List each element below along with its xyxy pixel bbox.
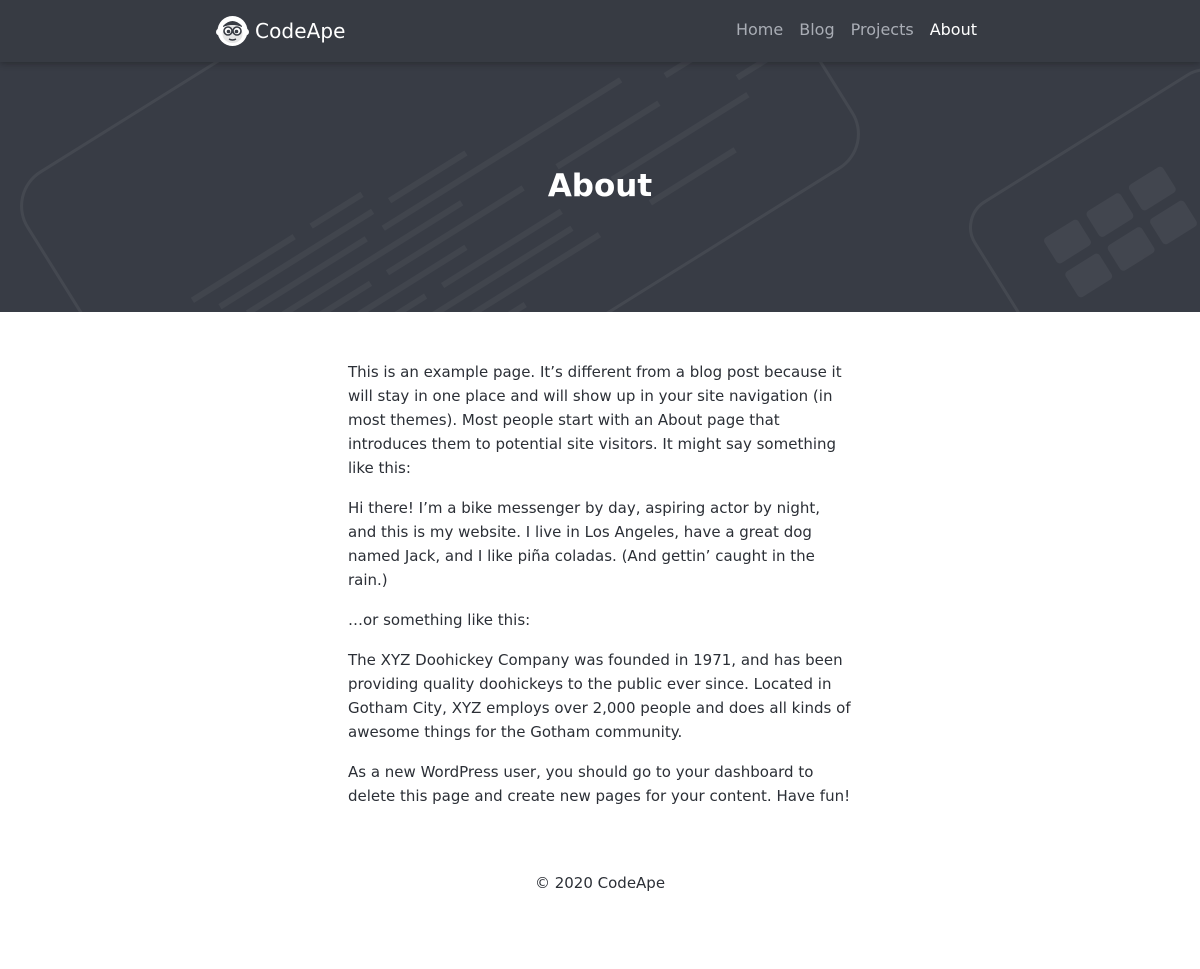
brand-link[interactable]: CodeApe: [216, 14, 346, 47]
page-content: This is an example page. It’s different …: [348, 360, 852, 824]
nav-item-home[interactable]: Home: [736, 20, 783, 39]
content-paragraph: This is an example page. It’s different …: [348, 363, 842, 477]
page-title: About: [547, 168, 653, 204]
content-paragraph: Hi there! I’m a bike messenger by day, a…: [348, 499, 821, 589]
nav-item-about[interactable]: About: [930, 20, 977, 39]
copyright-text: © 2020 CodeApe: [534, 874, 666, 892]
hero-banner: CodeApe Home Blog Projects About About: [0, 0, 1200, 312]
brand-name: CodeApe: [255, 18, 346, 43]
nav-item-blog[interactable]: Blog: [799, 20, 834, 39]
main-navigation: Home Blog Projects About: [720, 20, 977, 39]
nav-item-projects[interactable]: Projects: [851, 20, 914, 39]
top-navbar: CodeApe Home Blog Projects About: [0, 0, 1200, 62]
monkey-logo-icon: [216, 16, 249, 46]
content-paragraph: As a new WordPress user, you should go t…: [348, 763, 851, 805]
content-paragraph: The XYZ Doohickey Company was founded in…: [348, 651, 851, 741]
content-paragraph: …or something like this:: [348, 611, 531, 629]
site-footer: © 2020 CodeApe: [0, 874, 1200, 892]
